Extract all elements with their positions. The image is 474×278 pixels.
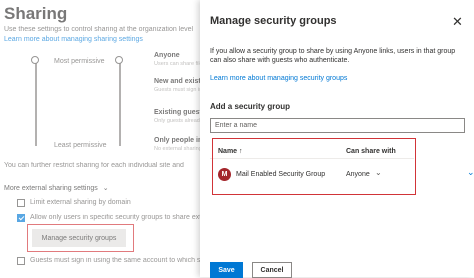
- manage-security-groups-panel: Manage security groups ✕ If you allow a …: [200, 0, 474, 278]
- close-icon[interactable]: ✕: [452, 14, 463, 30]
- save-button[interactable]: Save: [210, 262, 243, 278]
- chevron-down-icon[interactable]: ⌄: [467, 167, 474, 178]
- panel-title: Manage security groups: [210, 15, 337, 27]
- panel-description: If you allow a security group to share b…: [210, 48, 456, 64]
- highlight-box-table: [212, 138, 416, 195]
- security-group-search-input[interactable]: [210, 118, 465, 133]
- modal-overlay: [0, 0, 200, 277]
- add-group-label: Add a security group: [210, 102, 291, 111]
- learn-more-groups-link[interactable]: Learn more about managing security group…: [210, 75, 347, 82]
- cancel-button[interactable]: Cancel: [252, 262, 292, 278]
